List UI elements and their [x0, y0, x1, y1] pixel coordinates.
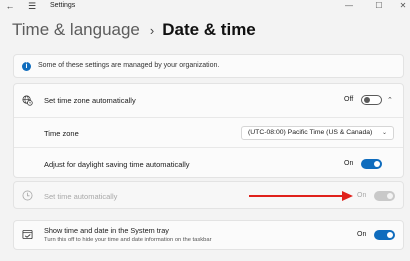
set-time-automatically-label: Set time automatically [44, 192, 118, 201]
breadcrumb-parent-link[interactable]: Time & language [12, 20, 140, 40]
notice-text: Some of these settings are managed by yo… [38, 62, 220, 69]
back-arrow-icon[interactable]: ← [5, 1, 15, 11]
daylight-saving-state: On [344, 160, 354, 167]
time-zone-label: Time zone [44, 129, 79, 138]
system-tray-state: On [357, 231, 367, 238]
close-button[interactable]: ✕ [391, 0, 410, 12]
time-zone-row: Time zone (UTC-08:00) Pacific Time (US &… [14, 117, 403, 147]
hamburger-menu-icon[interactable]: ☰ [27, 1, 37, 11]
system-tray-description: Turn this off to hide your time and date… [44, 237, 212, 243]
tray-calendar-icon [22, 229, 33, 240]
set-time-zone-automatically-row[interactable]: Set time zone automatically Off ⌃ [14, 84, 403, 117]
maximize-button[interactable]: ☐ [367, 0, 391, 12]
chevron-down-icon: ⌄ [381, 130, 387, 136]
chevron-up-icon[interactable]: ⌃ [387, 96, 393, 104]
globe-clock-icon [22, 95, 33, 106]
set-time-zone-automatically-label: Set time zone automatically [44, 96, 136, 105]
set-time-automatically-toggle [374, 191, 395, 201]
red-annotation-arrow [249, 191, 353, 201]
breadcrumb: Time & language › Date & time [12, 19, 256, 41]
system-tray-row: Show time and date in the System tray Tu… [13, 220, 404, 250]
time-zone-settings-group: Set time zone automatically Off ⌃ Time z… [13, 83, 404, 178]
time-zone-dropdown[interactable]: (UTC-08:00) Pacific Time (US & Canada) ⌄ [241, 126, 394, 140]
minimize-button[interactable]: — [337, 0, 361, 12]
info-icon: i [22, 62, 31, 71]
system-tray-label: Show time and date in the System tray [44, 226, 169, 235]
set-time-zone-automatically-state: Off [344, 96, 354, 103]
window-title: Settings [50, 2, 76, 9]
set-time-zone-automatically-toggle[interactable] [361, 95, 382, 105]
daylight-saving-toggle[interactable] [361, 159, 382, 169]
set-time-automatically-state: On [357, 192, 367, 199]
system-tray-toggle[interactable] [374, 230, 395, 240]
clock-icon [22, 190, 33, 201]
time-zone-value: (UTC-08:00) Pacific Time (US & Canada) [248, 129, 373, 136]
daylight-saving-row: Adjust for daylight saving time automati… [14, 147, 403, 179]
breadcrumb-separator: › [149, 22, 155, 38]
managed-by-org-notice: i Some of these settings are managed by … [13, 54, 404, 78]
page-title: Date & time [162, 20, 256, 39]
daylight-saving-label: Adjust for daylight saving time automati… [44, 160, 190, 169]
title-bar: ← ☰ Settings — ☐ ✕ [0, 0, 410, 14]
